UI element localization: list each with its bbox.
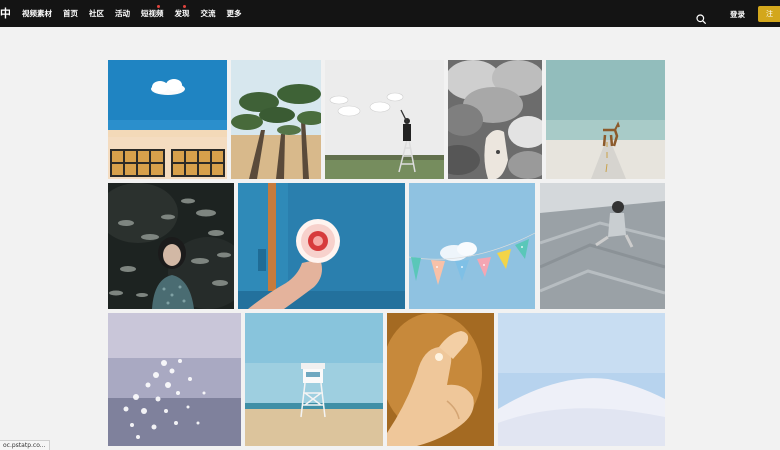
photo-horse-on-road <box>546 60 665 179</box>
photo-white-horse-in-smoke <box>448 60 542 179</box>
photo-lifeguard-tower <box>245 313 383 446</box>
nav-item-home[interactable]: 首页 <box>63 8 78 19</box>
photo-cloud-over-building <box>108 60 227 179</box>
nav-item-events[interactable]: 活动 <box>115 8 130 19</box>
gallery-photo[interactable] <box>540 183 665 309</box>
gallery-photo[interactable] <box>238 183 405 309</box>
gallery-photo[interactable] <box>108 60 227 179</box>
gallery-photo[interactable] <box>245 313 383 446</box>
gallery-photo[interactable] <box>231 60 321 179</box>
gallery-photo[interactable] <box>498 313 665 446</box>
nav-item-discover[interactable]: 发现 <box>175 5 190 19</box>
nav-item-more[interactable]: 更多 <box>227 8 242 19</box>
gallery-photo[interactable] <box>108 183 234 309</box>
nav-item-short-video[interactable]: 短视频 <box>141 5 164 19</box>
main-nav: 视频素材 首页 社区 活动 短视频 发现 交流 更多 <box>22 0 242 27</box>
new-badge-dot <box>156 5 160 8</box>
site-logo[interactable]: 中 <box>0 6 10 21</box>
nav-item-video-assets[interactable]: 视频素材 <box>22 8 52 19</box>
photo-sparkling-water <box>108 313 241 446</box>
photo-girl-on-ladder-with-clouds <box>325 60 444 179</box>
photo-white-dune <box>498 313 665 446</box>
gallery-photo[interactable] <box>325 60 444 179</box>
photo-hand-with-light <box>387 313 494 446</box>
photo-girl-with-fish <box>108 183 234 309</box>
nav-item-community[interactable]: 社区 <box>89 8 104 19</box>
browser-status-bar: oc.pstatp.co... <box>0 440 50 450</box>
top-navigation-bar: 中 视频素材 首页 社区 活动 短视频 发现 交流 更多 登录 注 <box>0 0 780 27</box>
new-badge-dot <box>182 5 186 8</box>
photo-bunting-flags <box>409 183 535 309</box>
gallery-photo[interactable] <box>108 313 241 446</box>
photo-pine-trees <box>231 60 321 179</box>
photo-girl-on-concrete-steps <box>540 183 665 309</box>
gallery-photo[interactable] <box>448 60 542 179</box>
gallery-photo[interactable] <box>546 60 665 179</box>
search-icon[interactable] <box>696 9 706 24</box>
gallery-photo[interactable] <box>387 313 494 446</box>
photo-hand-holding-cake <box>238 183 405 309</box>
login-link[interactable]: 登录 <box>730 9 745 20</box>
gallery-photo[interactable] <box>409 183 535 309</box>
register-button[interactable]: 注 <box>758 6 780 22</box>
nav-item-exchange[interactable]: 交流 <box>201 8 216 19</box>
